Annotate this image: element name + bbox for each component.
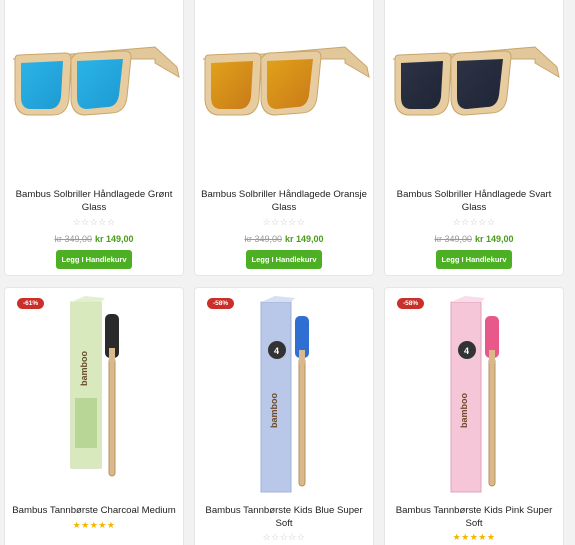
product-title[interactable]: Bambus Solbriller Håndlagede Grønt Glass bbox=[11, 189, 177, 214]
product-title[interactable]: Bambus Tannbørste Kids Blue Super Soft bbox=[201, 505, 367, 530]
discount-badge: -61% bbox=[17, 298, 45, 309]
product-image[interactable] bbox=[385, 0, 564, 177]
svg-text:bamboo: bamboo bbox=[459, 392, 469, 428]
svg-text:4: 4 bbox=[274, 346, 279, 356]
product-card[interactable]: Bambus Solbriller Håndlagede Oransje Gla… bbox=[194, 0, 374, 276]
product-card[interactable]: 4 bamboo -58% Bambus Tannbørste Kids Blu… bbox=[194, 287, 374, 545]
product-image[interactable] bbox=[195, 0, 374, 177]
svg-text:4: 4 bbox=[464, 346, 469, 356]
add-to-cart-button[interactable]: Legg I Handlekurv bbox=[56, 250, 132, 269]
price-row: kr 349,00 kr 149,00 bbox=[385, 234, 563, 244]
old-price: kr 349,00 bbox=[54, 234, 92, 244]
product-title[interactable]: Bambus Solbriller Håndlagede Oransje Gla… bbox=[201, 189, 367, 214]
sale-price: kr 149,00 bbox=[474, 234, 514, 244]
product-grid: Bambus Solbriller Håndlagede Grønt Glass… bbox=[0, 0, 575, 545]
old-price: kr 349,00 bbox=[244, 234, 282, 244]
discount-badge: -58% bbox=[397, 298, 425, 309]
rating-stars: ★★★★★ bbox=[72, 521, 116, 531]
rating-stars: ☆☆☆☆☆ bbox=[72, 218, 116, 228]
add-to-cart-button[interactable]: Legg I Handlekurv bbox=[246, 250, 322, 269]
product-image[interactable]: bamboo bbox=[5, 288, 184, 498]
discount-badge: -58% bbox=[207, 298, 235, 309]
old-price: kr 349,00 bbox=[434, 234, 472, 244]
product-card[interactable]: bamboo -61% Bambus Tannbørste Charcoal M… bbox=[4, 287, 184, 545]
add-to-cart-button[interactable]: Legg I Handlekurv bbox=[436, 250, 512, 269]
product-title[interactable]: Bambus Solbriller Håndlagede Svart Glass bbox=[391, 189, 557, 214]
sale-price: kr 149,00 bbox=[284, 234, 324, 244]
product-card[interactable]: Bambus Solbriller Håndlagede Grønt Glass… bbox=[4, 0, 184, 276]
sale-price: kr 149,00 bbox=[94, 234, 134, 244]
rating-stars: ☆☆☆☆☆ bbox=[262, 533, 306, 543]
product-title[interactable]: Bambus Tannbørste Charcoal Medium bbox=[11, 505, 177, 518]
product-image[interactable]: 4 bamboo bbox=[195, 288, 374, 498]
svg-text:bamboo: bamboo bbox=[269, 392, 279, 428]
svg-text:bamboo: bamboo bbox=[79, 350, 89, 386]
rating-stars: ☆☆☆☆☆ bbox=[452, 218, 496, 228]
product-card[interactable]: 4 bamboo -58% Bambus Tannbørste Kids Pin… bbox=[384, 287, 564, 545]
product-image[interactable]: 4 bamboo bbox=[385, 288, 564, 498]
rating-stars: ★★★★★ bbox=[452, 533, 496, 543]
price-row: kr 349,00 kr 149,00 bbox=[195, 234, 373, 244]
product-card[interactable]: Bambus Solbriller Håndlagede Svart Glass… bbox=[384, 0, 564, 276]
rating-stars: ☆☆☆☆☆ bbox=[262, 218, 306, 228]
price-row: kr 349,00 kr 149,00 bbox=[5, 234, 183, 244]
product-image[interactable] bbox=[5, 0, 184, 177]
product-title[interactable]: Bambus Tannbørste Kids Pink Super Soft bbox=[391, 505, 557, 530]
